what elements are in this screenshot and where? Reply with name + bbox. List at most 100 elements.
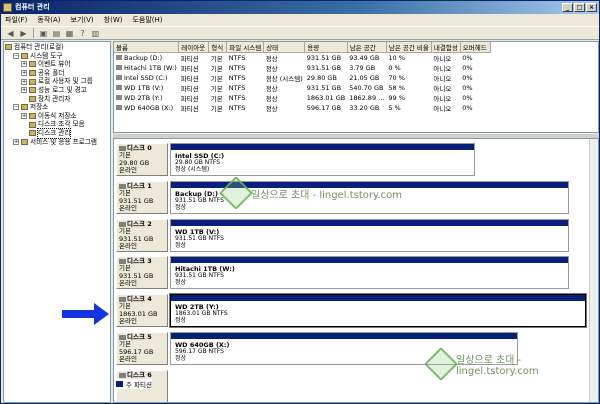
disk-status: 온라인 [119, 166, 137, 175]
tree-item[interactable]: + 서비스 및 응용 프로그램 [5, 138, 109, 147]
menu-help[interactable]: 도움말(H) [132, 14, 162, 26]
partition-name: WD 2TB (Y:) [175, 303, 219, 311]
disk-label[interactable]: 디스크 3 기본 931.51 GB 온라인 [116, 256, 168, 289]
menu-action[interactable]: 동작(A) [37, 14, 60, 26]
tree-node-icon [29, 78, 36, 85]
help-icon[interactable]: ? [77, 28, 88, 38]
partition-block[interactable]: WD 2TB (Y:) 1863.01 GB NTFS 정상 [170, 294, 586, 327]
tree-item[interactable]: 장치 관리자 [5, 95, 109, 104]
tree-item-label: 장치 관리자 [38, 94, 71, 103]
volume-icon [116, 85, 122, 90]
collapse-icon[interactable]: − [13, 104, 19, 111]
table-cell: Hitachi 1TB (W:) [114, 63, 179, 73]
menu-view[interactable]: 보기(V) [71, 14, 94, 26]
column-header[interactable]: 파일 시스템 [226, 42, 265, 53]
column-header[interactable]: 레이아웃 [178, 42, 210, 53]
watermark: 일상으로 초대 - lingel.tstory.com [219, 176, 402, 210]
disk-label[interactable]: 디스크 0 기본 29.80 GB 온라인 [116, 143, 168, 176]
title-bar[interactable]: 컴퓨터 관리 _ □ × [1, 1, 599, 14]
forward-icon[interactable]: ▶ [18, 28, 29, 38]
tree-item[interactable]: − 저장소 [5, 103, 109, 112]
column-header[interactable]: 볼륨 [114, 42, 180, 53]
column-header[interactable]: 오버헤드 [460, 42, 491, 53]
tree-node-icon [29, 95, 36, 102]
table-row[interactable]: Intel SSD (C:) 파티션 기본 NTFS 정상 (시스템) 29.80 GB 2… [114, 73, 490, 83]
table-cell: 파티션 [180, 75, 199, 83]
table-cell: 0% [462, 74, 473, 82]
disk-label[interactable]: 디스크 1 기본 931.51 GB 온라인 [116, 181, 168, 214]
table-cell: WD 2TB (Y:) [114, 93, 179, 103]
properties-icon[interactable]: ▦ [64, 28, 75, 38]
column-header[interactable]: 남은 공간 [347, 42, 387, 53]
up-folder-icon[interactable]: ▣ [38, 28, 49, 38]
table-row[interactable]: Backup (D:) 파티션 기본 NTFS 정상 931.51 GB 93.49 GB 1… [114, 53, 490, 63]
column-header[interactable]: 용량 [304, 42, 348, 53]
watermark-logo-icon [424, 347, 458, 381]
tree-item-label: 디스크 관리 [36, 127, 72, 139]
tree-item[interactable]: 디스크 관리 [5, 127, 109, 139]
disk-row: 디스크 2 기본 931.51 GB 온라인 WD 1TB (V:) 931.51 GB … [116, 219, 598, 252]
tree-node-icon [29, 121, 36, 128]
disk-graphical-view: 디스크 6 디스크 5 기본 596.17 GB 온라인 WD 640GB (X:) 596… [113, 138, 599, 403]
table-cell: 파티션 [180, 65, 199, 73]
table-row[interactable]: Hitachi 1TB (W:) 파티션 기본 NTFS 정상 931.51 GB 3.79… [114, 63, 490, 73]
table-row[interactable]: WD 640GB (X:) 파티션 기본 NTFS 정상 596.17 GB 33.20 G… [114, 103, 490, 113]
disk-label[interactable]: 디스크 2 기본 931.51 GB 온라인 [116, 219, 168, 252]
minimize-button[interactable]: _ [562, 3, 573, 12]
table-cell: 70 % [388, 74, 405, 82]
expand-icon[interactable]: + [21, 61, 27, 68]
table-cell: NTFS [228, 94, 246, 102]
expand-icon[interactable]: + [13, 138, 19, 145]
tree-node-icon [29, 87, 36, 94]
tree-item[interactable]: + 이벤트 뷰어 [5, 60, 109, 69]
tree-item-label: 저장소 [30, 103, 49, 112]
partition-status: 정상 [175, 278, 187, 286]
expand-icon[interactable]: + [21, 78, 27, 85]
tree-node-icon [29, 130, 36, 137]
maximize-button[interactable]: □ [574, 3, 585, 12]
table-cell: 58 % [388, 84, 405, 92]
column-header[interactable]: 형식 [208, 42, 228, 53]
menu-bar: 파일(F) 동작(A) 보기(V) 창(W) 도움말(H) [1, 14, 599, 26]
partition-block[interactable]: Hitachi 1TB (W:) 931.51 GB NTFS 정상 [170, 256, 569, 289]
expand-icon[interactable]: + [21, 87, 27, 94]
expand-icon[interactable]: + [21, 113, 27, 120]
expand-icon[interactable]: + [21, 70, 27, 77]
table-cell: 0% [462, 54, 473, 62]
partition-block[interactable]: WD 1TB (V:) 931.51 GB NTFS 정상 [170, 219, 569, 252]
menu-window[interactable]: 창(W) [104, 14, 123, 26]
collapse-icon[interactable]: − [13, 52, 19, 59]
tree-item-label: 시스템 도구 [30, 51, 63, 60]
table-cell: 파티션 [180, 95, 199, 103]
disk-label[interactable]: 디스크 4 기본 1863.01 GB 온라인 [116, 294, 168, 327]
column-header[interactable]: 내결함성 [431, 42, 461, 53]
table-cell: 정상 (시스템) [265, 75, 303, 83]
table-row[interactable]: WD 2TB (Y:) 파티션 기본 NTFS 정상 1863.01 GB 1862.89 … [114, 93, 490, 103]
column-header[interactable]: 남은 공간 비율 [386, 42, 432, 53]
close-button[interactable]: × [586, 3, 597, 12]
view-icon[interactable]: ▥ [90, 28, 101, 38]
column-header[interactable]: 상태 [263, 42, 306, 53]
tree-item[interactable]: 디스크 조각 모음 [5, 120, 109, 129]
table-cell: 파티션 [180, 85, 199, 93]
table-row[interactable]: WD 1TB (V:) 파티션 기본 NTFS 정상 931.51 GB 540.70 GB… [114, 83, 490, 93]
disk-label[interactable]: 디스크 5 기본 596.17 GB 온라인 [116, 332, 168, 365]
show-tree-icon[interactable]: ▤ [51, 28, 62, 38]
tree-node-icon [29, 70, 36, 77]
partition-block[interactable]: Intel SSD (C:) 29.80 GB NTFS 정상 (시스템) [170, 143, 475, 176]
table-cell: 3.79 GB [349, 64, 376, 72]
tree-item[interactable]: 컴퓨터 관리(로컬) [5, 43, 109, 52]
table-cell: NTFS [228, 74, 246, 82]
volume-icon [116, 65, 122, 70]
menu-file[interactable]: 파일(F) [5, 14, 27, 26]
volume-icon [116, 55, 122, 60]
tree-item[interactable]: − 시스템 도구 [5, 52, 109, 61]
table-cell: 정상 [265, 95, 278, 103]
partition-status: 정상 [175, 241, 187, 249]
back-icon[interactable]: ◀ [5, 28, 16, 38]
tree-item[interactable]: + 성능 로그 및 경고 [5, 86, 109, 95]
tree-item[interactable]: + 로컬 사용자 및 그룹 [5, 77, 109, 86]
table-cell: 기본 [210, 85, 223, 93]
table-cell: 29.80 GB [306, 74, 337, 82]
disk-row: 디스크 4 기본 1863.01 GB 온라인 WD 2TB (Y:) 1863.01 G… [116, 294, 598, 327]
